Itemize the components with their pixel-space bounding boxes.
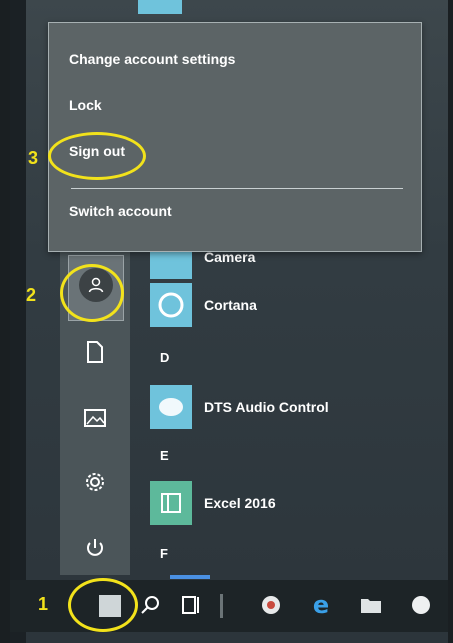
top-tile-remnant bbox=[138, 0, 182, 14]
menu-separator bbox=[71, 188, 403, 189]
cortana-icon bbox=[150, 283, 192, 327]
desktop-screen: Camera Cortana D DTS Audio Control E Exc… bbox=[10, 0, 448, 643]
annotation-ring-account bbox=[60, 264, 124, 322]
change-account-settings-item[interactable]: Change account settings bbox=[69, 51, 235, 67]
app-cortana[interactable]: Cortana bbox=[150, 282, 257, 328]
annotation-step-2: 2 bbox=[26, 285, 37, 305]
app-cortana-label: Cortana bbox=[204, 297, 257, 313]
app-dts-label: DTS Audio Control bbox=[204, 399, 329, 415]
documents-icon[interactable] bbox=[70, 327, 120, 377]
app-excel-label: Excel 2016 bbox=[204, 495, 276, 511]
screen-edge bbox=[10, 0, 26, 643]
pictures-icon[interactable] bbox=[70, 393, 120, 443]
section-letter-f[interactable]: F bbox=[160, 546, 168, 561]
file-explorer-icon[interactable] bbox=[356, 590, 386, 620]
switch-account-item[interactable]: Switch account bbox=[69, 203, 172, 219]
chrome-icon[interactable] bbox=[256, 590, 286, 620]
section-letter-e[interactable]: E bbox=[160, 448, 169, 463]
edge-icon[interactable]: e bbox=[306, 590, 336, 620]
section-letter-d[interactable]: D bbox=[160, 350, 169, 365]
browser-icon[interactable] bbox=[406, 590, 436, 620]
annotation-step-1: 1 bbox=[38, 594, 49, 614]
annotation-ring-start bbox=[68, 578, 138, 632]
power-icon[interactable] bbox=[70, 523, 120, 573]
lock-item[interactable]: Lock bbox=[69, 97, 102, 113]
app-dts-audio[interactable]: DTS Audio Control bbox=[150, 384, 329, 430]
settings-gear-icon[interactable] bbox=[70, 457, 120, 507]
annotation-ring-sign-out bbox=[48, 132, 146, 180]
search-icon[interactable] bbox=[136, 590, 166, 620]
app-excel[interactable]: Excel 2016 bbox=[150, 480, 276, 526]
annotation-step-3: 3 bbox=[28, 148, 39, 168]
dts-audio-icon bbox=[150, 385, 192, 429]
taskbar-divider bbox=[220, 594, 223, 618]
excel-icon bbox=[150, 481, 192, 525]
taskbar-active-indicator bbox=[170, 575, 210, 579]
task-view-icon[interactable] bbox=[176, 590, 206, 620]
